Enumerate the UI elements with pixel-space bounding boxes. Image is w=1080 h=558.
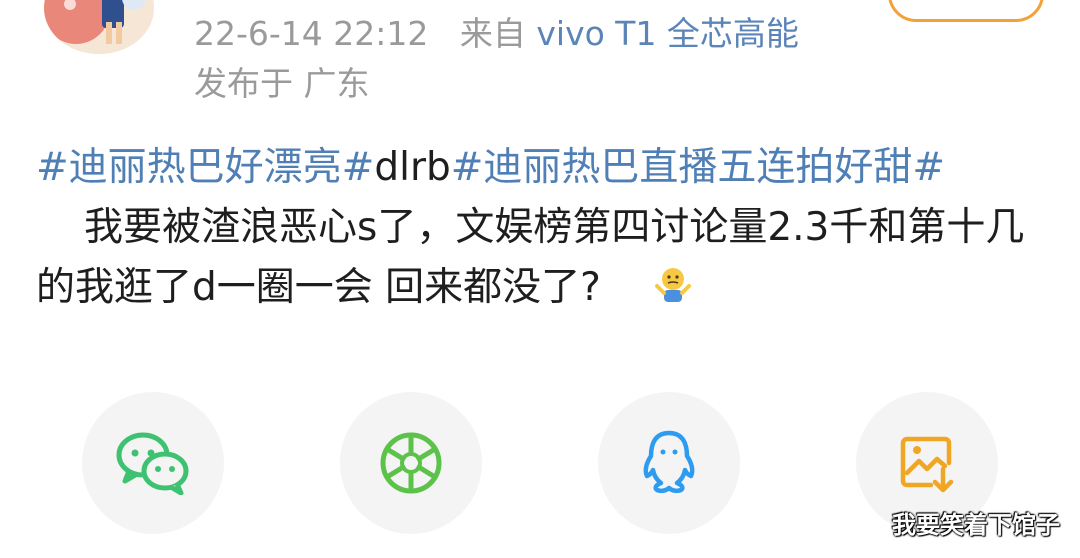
topic-tag-link[interactable]: #迪丽热巴直播五连拍好甜# (451, 145, 945, 190)
share-wechat-button[interactable] (82, 392, 224, 534)
moments-icon (380, 432, 442, 494)
post-tags: #迪丽热巴好漂亮#dlrb#迪丽热巴直播五连拍好甜# (36, 138, 1046, 198)
save-image-icon (900, 436, 954, 493)
follow-button[interactable] (888, 0, 1044, 22)
device-source-link[interactable]: vivo T1 全芯高能 (536, 14, 799, 53)
post-meta: 22-6-14 22:12 来自 vivo T1 全芯高能 (194, 14, 799, 54)
tag-text: dlrb (374, 145, 451, 190)
avatar[interactable] (44, 0, 154, 54)
post-location: 发布于 广东 (194, 64, 370, 103)
post-content: #迪丽热巴好漂亮#dlrb#迪丽热巴直播五连拍好甜# 我要被渣浪恶心s了，文娱榜… (36, 138, 1046, 320)
share-moments-button[interactable] (340, 392, 482, 534)
shrug-emoji-icon (605, 260, 693, 320)
qq-icon (643, 430, 695, 494)
wechat-icon (116, 432, 189, 495)
post-body: 我要被渣浪恶心s了，文娱榜第四讨论量2.3千和第十几的我逛了d一圈一会 回来都没… (36, 198, 1046, 320)
watermark: 我要笑着下馆子 (892, 511, 1060, 539)
source-prefix: 来自 (459, 14, 526, 53)
share-qq-button[interactable] (598, 392, 740, 534)
post-timestamp: 22-6-14 22:12 (194, 14, 429, 53)
topic-tag-link[interactable]: #迪丽热巴好漂亮# (36, 145, 374, 190)
post-body-text: 我要被渣浪恶心s了，文娱榜第四讨论量2.3千和第十几的我逛了d一圈一会 回来都没… (36, 205, 1025, 310)
